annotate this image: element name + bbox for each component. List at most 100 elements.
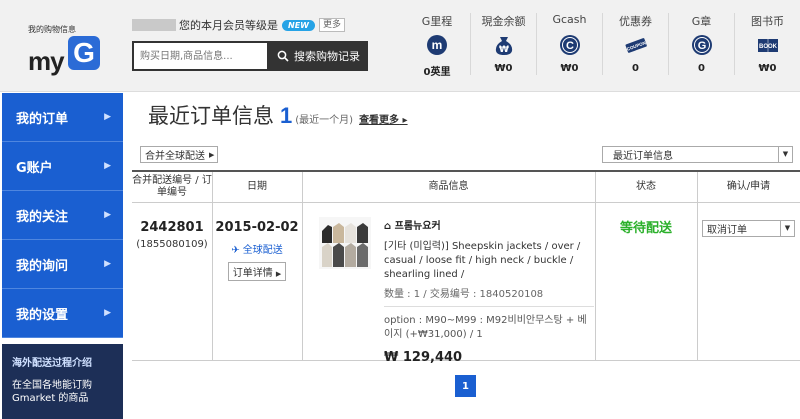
chevron-right-icon: ▶ [104,308,111,318]
stat-label: G里程 [421,15,453,28]
gcash-coin-icon: C [559,35,580,55]
order-number: 2442801 [140,220,204,235]
plane-icon: ✈ [231,245,240,256]
promo-title: 海外配送过程介绍 [12,358,92,369]
stat-label: 現金余额 [481,15,526,28]
product-info-cell: ⌂ 프롬뉴요커 [기타 (미입력)] Sheepskin jackets / o… [384,217,594,365]
stat-cash-balance[interactable]: 現金余额 ₩ ₩0 [470,13,536,75]
global-shipping-label: ✈ 全球配送 [212,241,302,256]
stat-value: ₩0 [560,63,579,74]
chevron-right-icon: ▶ [104,210,111,220]
myg-logo[interactable]: 我的购物信息 my G [26,24,102,76]
stat-value: 0 [698,63,705,74]
stat-value: 0英里 [423,67,451,78]
logo-my: my [28,46,65,76]
sidebar-item-my-inquiries[interactable]: 我的询问 ▶ [2,240,123,289]
member-level: 您的本月会员等级是 NEW 更多 [132,17,345,33]
stat-value: ₩0 [494,63,513,74]
chevron-down-icon: ▼ [778,147,792,162]
header: 我的购物信息 my G 您的本月会员等级是 NEW 更多 搜索购物记录 G里程 … [0,0,800,92]
seller-label: 프롬뉴요커 [394,221,441,232]
sidebar-item-label: 我的关注 [16,209,69,225]
col-header-order-no: 合并配送编号 / 订单编号 [132,175,212,198]
recent-orders-label: 最近订单信息 [613,151,673,162]
search-icon [277,50,289,62]
svg-text:₩: ₩ [499,45,509,55]
logo-g: G [68,36,100,70]
svg-text:G: G [697,40,706,52]
chevron-right-icon: ▶ [104,112,111,122]
shop-icon: ⌂ [384,221,392,232]
product-price: ₩ 129,440 [384,350,463,365]
coupon-ticket-icon: COUPON [625,38,647,53]
sidebar-item-label: 我的询问 [16,258,69,274]
global-shipping-text: 全球配送 [242,245,283,256]
member-more-button[interactable]: 更多 [318,18,345,32]
stat-g-stamp[interactable]: G章 G 0 [668,13,734,75]
period-label: (最近一个月) [295,115,354,126]
chevron-right-icon: ▶ [104,259,111,269]
g-stamp-icon: G [691,35,712,55]
search-input[interactable] [132,41,269,71]
combine-shipping-select[interactable]: 合并全球配送 ▶ [140,146,218,163]
stat-label: 优惠券 [619,15,652,28]
sidebar: 我的订单 ▶ G账户 ▶ 我的关注 ▶ 我的询问 ▶ 我的设置 ▶ [2,93,123,338]
product-thumbnail[interactable] [319,217,371,269]
svg-text:C: C [566,40,574,52]
sidebar-item-label: 我的订单 [16,111,69,127]
order-count: 1 [280,103,293,128]
view-more-link[interactable]: 查看更多 ▸ [359,111,408,126]
product-option: option : M90~M99 : M92비비안무스탕 + 베이지 (+₩31… [384,315,587,340]
combine-shipping-label: 合并全球配送 [145,151,205,162]
stat-label: Gcash [552,13,587,26]
search-button-label: 搜索购物记录 [294,50,360,63]
promo-text: 在全国各地能订购 Gmarket 的商品 [12,380,92,404]
stat-book-coins[interactable]: 图书币 BOOK ₩0 [734,13,800,75]
sidebar-item-my-settings[interactable]: 我的设置 ▶ [2,289,123,338]
chevron-right-icon: ▶ [275,270,282,278]
stat-coupons[interactable]: 优惠券 COUPON 0 [602,13,668,75]
stat-label: 图书币 [751,15,784,28]
sidebar-item-g-account[interactable]: G账户 ▶ [2,142,123,191]
status-badge: 等待配送 [619,221,672,236]
chevron-down-icon: ▼ [780,221,794,236]
seller-name[interactable]: ⌂ 프롬뉴요커 [384,217,594,232]
sidebar-item-my-orders[interactable]: 我的订单 ▶ [2,93,123,142]
book-icon: BOOK [757,39,778,52]
promo-banner[interactable]: 海外配送过程介绍 在全国各地能订购 Gmarket 的商品 [2,344,123,419]
pagination-page-1[interactable]: 1 [455,375,476,397]
table-header-border [132,202,800,203]
svg-text:m: m [432,38,443,52]
won-bag-icon: ₩ [495,37,512,55]
new-badge: NEW [282,19,315,31]
sub-order-number: (1855080109) [136,239,208,250]
search-button[interactable]: 搜索购物记录 [269,41,368,71]
stat-label: G章 [691,15,712,28]
svg-text:BOOK: BOOK [759,44,778,50]
order-detail-label: 订单详情 [232,268,273,279]
member-level-text: 您的本月会员等级是 [179,19,278,32]
chevron-right-icon: ▶ [104,161,111,171]
order-action-label: 取消订单 [707,225,747,236]
chevron-right-icon: ▶ [209,150,215,159]
blurred-username [132,19,176,31]
sidebar-item-label: G账户 [16,160,53,176]
order-detail-button[interactable]: 订单详情 ▶ [227,262,287,281]
page-title: 最近订单信息 1 (最近一个月) 查看更多 ▸ [148,100,408,130]
product-name[interactable]: [기타 (미입력)] Sheepskin jackets / over / ca… [384,240,594,282]
stat-g-mileage[interactable]: G里程 m 0英里 [404,13,470,78]
order-number-cell: 2442801 (1855080109) [132,220,212,250]
order-date: 2015-02-02 [215,220,299,235]
order-action-select[interactable]: 取消订单 ▼ [702,220,795,237]
stat-gcash[interactable]: Gcash C ₩0 [536,13,602,75]
recent-orders-select[interactable]: 最近订单信息 ▼ [602,146,793,163]
stat-value: 0 [632,63,639,74]
account-stats: G里程 m 0英里 現金余额 ₩ ₩0 Gcash C ₩0 优惠券 COUPO… [404,13,800,78]
sidebar-item-label: 我的设置 [16,307,69,323]
sidebar-item-my-follows[interactable]: 我的关注 ▶ [2,191,123,240]
m-coin-icon: m [427,35,447,55]
page-title-text: 最近订单信息 [148,104,274,128]
col-header-date: 日期 [247,181,267,192]
col-header-action: 确认/申请 [726,181,771,192]
col-header-status: 状态 [636,181,656,192]
